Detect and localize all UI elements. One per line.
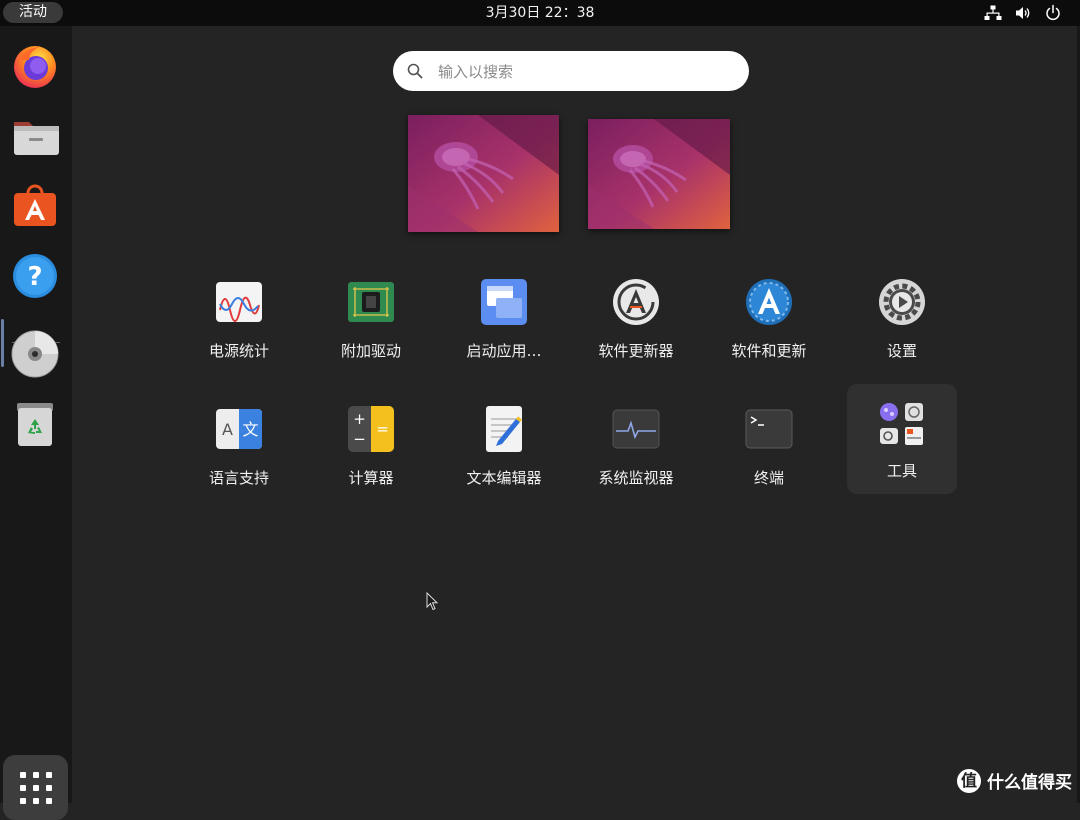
dock-dvd[interactable] — [8, 327, 62, 381]
watermark-text: 什么值得买 — [987, 773, 1072, 793]
volume-icon[interactable] — [1014, 4, 1032, 22]
files-icon — [14, 122, 59, 155]
jellyfish-wallpaper — [408, 115, 559, 232]
search-icon — [407, 63, 423, 79]
clock[interactable]: 3月30日 22：38 — [0, 0, 1080, 26]
system-monitor-icon — [612, 409, 660, 449]
svg-text:文: 文 — [242, 420, 258, 439]
show-applications-button[interactable] — [3, 755, 68, 820]
app-label: 终端 — [753, 469, 784, 487]
workspace-thumbnail-1[interactable] — [408, 115, 559, 232]
app-startup-applications[interactable]: 启动应用… — [449, 262, 559, 372]
watermark-logo: 值 — [957, 768, 981, 793]
dock-files[interactable] — [8, 109, 62, 163]
app-label: 系统监视器 — [598, 469, 674, 487]
app-label: 附加驱动 — [340, 342, 401, 360]
software-properties-icon — [746, 279, 792, 325]
app-label: 启动应用… — [466, 342, 542, 360]
app-label: 软件更新器 — [598, 342, 674, 360]
svg-text:=: = — [376, 420, 389, 438]
app-folder-utilities[interactable]: 工具 — [847, 384, 957, 494]
activities-button[interactable]: 活动 — [3, 2, 63, 23]
app-terminal[interactable]: 终端 — [714, 389, 824, 499]
dock-app-center[interactable] — [8, 179, 62, 233]
app-label: 电源统计 — [208, 342, 269, 360]
software-updater-icon — [613, 279, 659, 325]
dock-help[interactable]: ? — [8, 249, 62, 303]
text-editor-icon — [486, 406, 522, 452]
svg-text:A: A — [222, 420, 233, 439]
terminal-icon — [745, 409, 793, 449]
app-grid-icon — [19, 771, 52, 804]
language-support-icon: A 文 — [216, 409, 262, 449]
app-label: 设置 — [886, 342, 917, 360]
app-label: 计算器 — [348, 469, 394, 487]
power-icon[interactable] — [1044, 4, 1062, 22]
system-tray[interactable] — [984, 4, 1062, 22]
app-language-support[interactable]: A 文 语言支持 — [184, 389, 294, 499]
startup-applications-icon — [481, 279, 527, 325]
watermark: 值 什么值得买 — [957, 768, 1072, 793]
help-icon: ? — [13, 254, 57, 298]
app-settings[interactable]: 设置 — [847, 262, 957, 372]
firefox-icon — [14, 46, 56, 88]
app-software-properties[interactable]: 软件和更新 — [714, 262, 824, 372]
settings-icon — [879, 279, 925, 325]
app-power-statistics[interactable]: 电源统计 — [184, 262, 294, 372]
app-text-editor[interactable]: 文本编辑器 — [449, 389, 559, 499]
jellyfish-wallpaper — [588, 119, 730, 229]
svg-text:+: + — [353, 410, 366, 428]
power-statistics-icon — [216, 282, 262, 322]
search-input[interactable] — [436, 57, 730, 87]
trash-icon — [17, 403, 53, 446]
utilities-folder-icon — [880, 403, 923, 445]
app-label: 软件和更新 — [731, 342, 807, 360]
dock-trash[interactable] — [8, 397, 62, 451]
mouse-cursor-icon — [426, 592, 439, 611]
running-indicator — [1, 319, 4, 367]
search-bar[interactable] — [393, 51, 749, 91]
top-bar: 活动 3月30日 22：38 — [0, 0, 1080, 26]
app-label: 工具 — [886, 462, 917, 480]
svg-text:−: − — [353, 430, 366, 448]
calculator-icon: + − = — [348, 406, 394, 452]
app-system-monitor[interactable]: 系统监视器 — [581, 389, 691, 499]
svg-text:?: ? — [27, 262, 42, 292]
workspace-thumbnail-2[interactable] — [588, 119, 730, 229]
dock: ? — [0, 26, 72, 820]
app-label: 文本编辑器 — [466, 469, 542, 487]
app-software-updater[interactable]: 软件更新器 — [581, 262, 691, 372]
app-label: 语言支持 — [208, 469, 269, 487]
app-center-icon — [14, 184, 56, 226]
additional-drivers-icon — [348, 282, 394, 322]
dock-firefox[interactable] — [8, 39, 62, 93]
app-calculator[interactable]: + − = 计算器 — [316, 389, 426, 499]
dvd-icon — [11, 330, 59, 378]
app-additional-drivers[interactable]: 附加驱动 — [316, 262, 426, 372]
network-icon[interactable] — [984, 4, 1002, 22]
